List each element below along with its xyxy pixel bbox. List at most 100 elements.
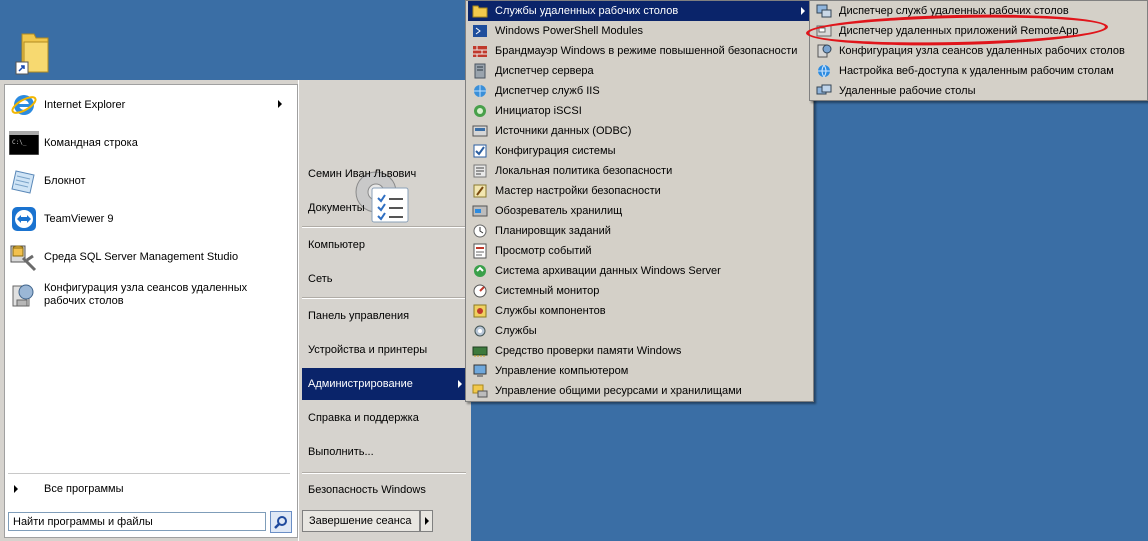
submenu-item[interactable]: Службы: [468, 321, 811, 341]
program-sql-management-studio[interactable]: Среда SQL Server Management Studio: [8, 240, 290, 274]
submenu-item-label: Планировщик заданий: [495, 225, 611, 237]
submenu-item[interactable]: Службы удаленных рабочих столов: [468, 1, 811, 21]
administrative-tools-link[interactable]: Администрирование: [302, 368, 468, 400]
submenu-item[interactable]: Обозреватель хранилищ: [468, 201, 811, 221]
devices-printers-link[interactable]: Устройства и принтеры: [302, 334, 466, 366]
submenu-item[interactable]: Windows PowerShell Modules: [468, 21, 811, 41]
control-panel-link[interactable]: Панель управления: [302, 300, 466, 332]
submenu-arrow-icon: [278, 100, 282, 108]
storage-explorer-icon: [472, 203, 488, 219]
submenu-item-label: Локальная политика безопасности: [495, 165, 673, 177]
submenu-item[interactable]: Инициатор iSCSI: [468, 101, 811, 121]
program-label: Конфигурация узла сеансов удаленных рабо…: [44, 282, 248, 307]
user-name[interactable]: Семин Иван Львович: [302, 158, 466, 190]
run-label: Выполнить...: [308, 446, 374, 458]
desktop-folder-shortcut-icon[interactable]: [14, 28, 54, 78]
program-command-prompt[interactable]: C:\_ Командная строка: [8, 126, 290, 160]
submenu-item-label: Брандмауэр Windows в режиме повышенной б…: [495, 45, 798, 57]
sql-management-studio-icon: [8, 241, 40, 273]
submenu-item-label: Конфигурация системы: [495, 145, 616, 157]
submenu-item-label: Службы: [495, 325, 537, 337]
submenu-item[interactable]: Брандмауэр Windows в режиме повышенной б…: [468, 41, 811, 61]
program-label: Internet Explorer: [44, 98, 126, 111]
programs-separator: [8, 473, 290, 474]
shutdown-label: Завершение сеанса: [309, 515, 412, 527]
event-viewer-icon: [472, 243, 488, 259]
server-manager-icon: [472, 63, 488, 79]
control-panel-label: Панель управления: [308, 310, 410, 322]
powershell-icon: [472, 23, 488, 39]
submenu-item-label: Диспетчер служб IIS: [495, 85, 600, 97]
component-services-icon: [472, 303, 488, 319]
network-link[interactable]: Сеть: [302, 263, 466, 295]
all-programs-button[interactable]: Все программы: [8, 478, 290, 500]
submenu-item[interactable]: Системный монитор: [468, 281, 811, 301]
command-prompt-icon: C:\_: [8, 127, 40, 159]
internet-explorer-icon: [8, 89, 40, 121]
computer-link[interactable]: Компьютер: [302, 229, 466, 261]
submenu-item[interactable]: Службы компонентов: [468, 301, 811, 321]
admin-tools-submenu: Службы удаленных рабочих столов Windows P…: [465, 0, 814, 402]
teamviewer-icon: [8, 203, 40, 235]
submenu-item-label: Службы компонентов: [495, 305, 606, 317]
backup-icon: [472, 263, 488, 279]
windows-security-label: Безопасность Windows: [308, 484, 426, 496]
submenu-item-label: Просмотр событий: [495, 245, 592, 257]
submenu-item[interactable]: Диспетчер сервера: [468, 61, 811, 81]
program-label: Блокнот: [44, 174, 86, 187]
submenu-item[interactable]: Удаленные рабочие столы: [812, 81, 1145, 101]
submenu-item[interactable]: Мастер настройки безопасности: [468, 181, 811, 201]
search-input[interactable]: Найти программы и файлы: [8, 512, 266, 531]
svg-text:C:\_: C:\_: [12, 139, 27, 146]
notepad-icon: [8, 165, 40, 197]
chevron-right-icon: [14, 485, 18, 493]
submenu-item[interactable]: Диспетчер служб IIS: [468, 81, 811, 101]
submenu-item[interactable]: Система архивации данных Windows Server: [468, 261, 811, 281]
submenu-item-label: Мастер настройки безопасности: [495, 185, 661, 197]
submenu-item[interactable]: Планировщик заданий: [468, 221, 811, 241]
run-link[interactable]: Выполнить...: [302, 436, 466, 468]
submenu-item[interactable]: Управление компьютером: [468, 361, 811, 381]
submenu-item-label: Удаленные рабочие столы: [839, 85, 976, 97]
program-internet-explorer[interactable]: Internet Explorer: [8, 88, 290, 122]
share-storage-icon: [472, 383, 488, 399]
submenu-item[interactable]: Конфигурация системы: [468, 141, 811, 161]
devices-printers-label: Устройства и принтеры: [308, 344, 428, 356]
user-name-label: Семин Иван Львович: [308, 168, 417, 180]
program-rds-host-config[interactable]: Конфигурация узла сеансов удаленных рабо…: [8, 278, 290, 312]
help-support-link[interactable]: Справка и поддержка: [302, 402, 466, 434]
submenu-item[interactable]: Управление общими ресурсами и хранилищам…: [468, 381, 811, 401]
submenu-item-label: Средство проверки памяти Windows: [495, 345, 682, 357]
shutdown-options-button[interactable]: [420, 510, 433, 532]
windows-security-link[interactable]: Безопасность Windows: [302, 474, 466, 506]
submenu-arrow-icon: [458, 380, 462, 388]
submenu-item[interactable]: Источники данных (ODBC): [468, 121, 811, 141]
submenu-item-label: Управление общими ресурсами и хранилищам…: [495, 385, 742, 397]
submenu-item[interactable]: Локальная политика безопасности: [468, 161, 811, 181]
submenu-item[interactable]: Настройка веб-доступа к удаленным рабочи…: [812, 61, 1145, 81]
submenu-item-label: Настройка веб-доступа к удаленным рабочи…: [839, 65, 1114, 77]
iscsi-icon: [472, 103, 488, 119]
rds-manager-icon: [816, 3, 832, 19]
places-separator: [302, 297, 466, 299]
search-icon: [274, 516, 287, 529]
memory-diagnostic-icon: [472, 343, 488, 359]
shutdown-button[interactable]: Завершение сеанса: [302, 510, 420, 532]
odbc-icon: [472, 123, 488, 139]
submenu-item-label: Конфигурация узла сеансов удаленных рабо…: [839, 45, 1125, 57]
submenu-arrow-icon: [801, 7, 805, 15]
security-policy-icon: [472, 163, 488, 179]
submenu-item[interactable]: Средство проверки памяти Windows: [468, 341, 811, 361]
submenu-item-label: Управление компьютером: [495, 365, 629, 377]
folder-icon: [472, 3, 488, 19]
start-menu: Internet Explorer C:\_ Командная строка …: [0, 80, 471, 541]
rds-host-config-icon: [816, 43, 832, 59]
search-button[interactable]: [270, 511, 292, 533]
program-teamviewer[interactable]: TeamViewer 9: [8, 202, 290, 236]
submenu-item[interactable]: Просмотр событий: [468, 241, 811, 261]
task-scheduler-icon: [472, 223, 488, 239]
submenu-item-label: Диспетчер сервера: [495, 65, 594, 77]
program-notepad[interactable]: Блокнот: [8, 164, 290, 198]
help-support-label: Справка и поддержка: [308, 412, 419, 424]
documents-link[interactable]: Документы: [302, 192, 466, 224]
